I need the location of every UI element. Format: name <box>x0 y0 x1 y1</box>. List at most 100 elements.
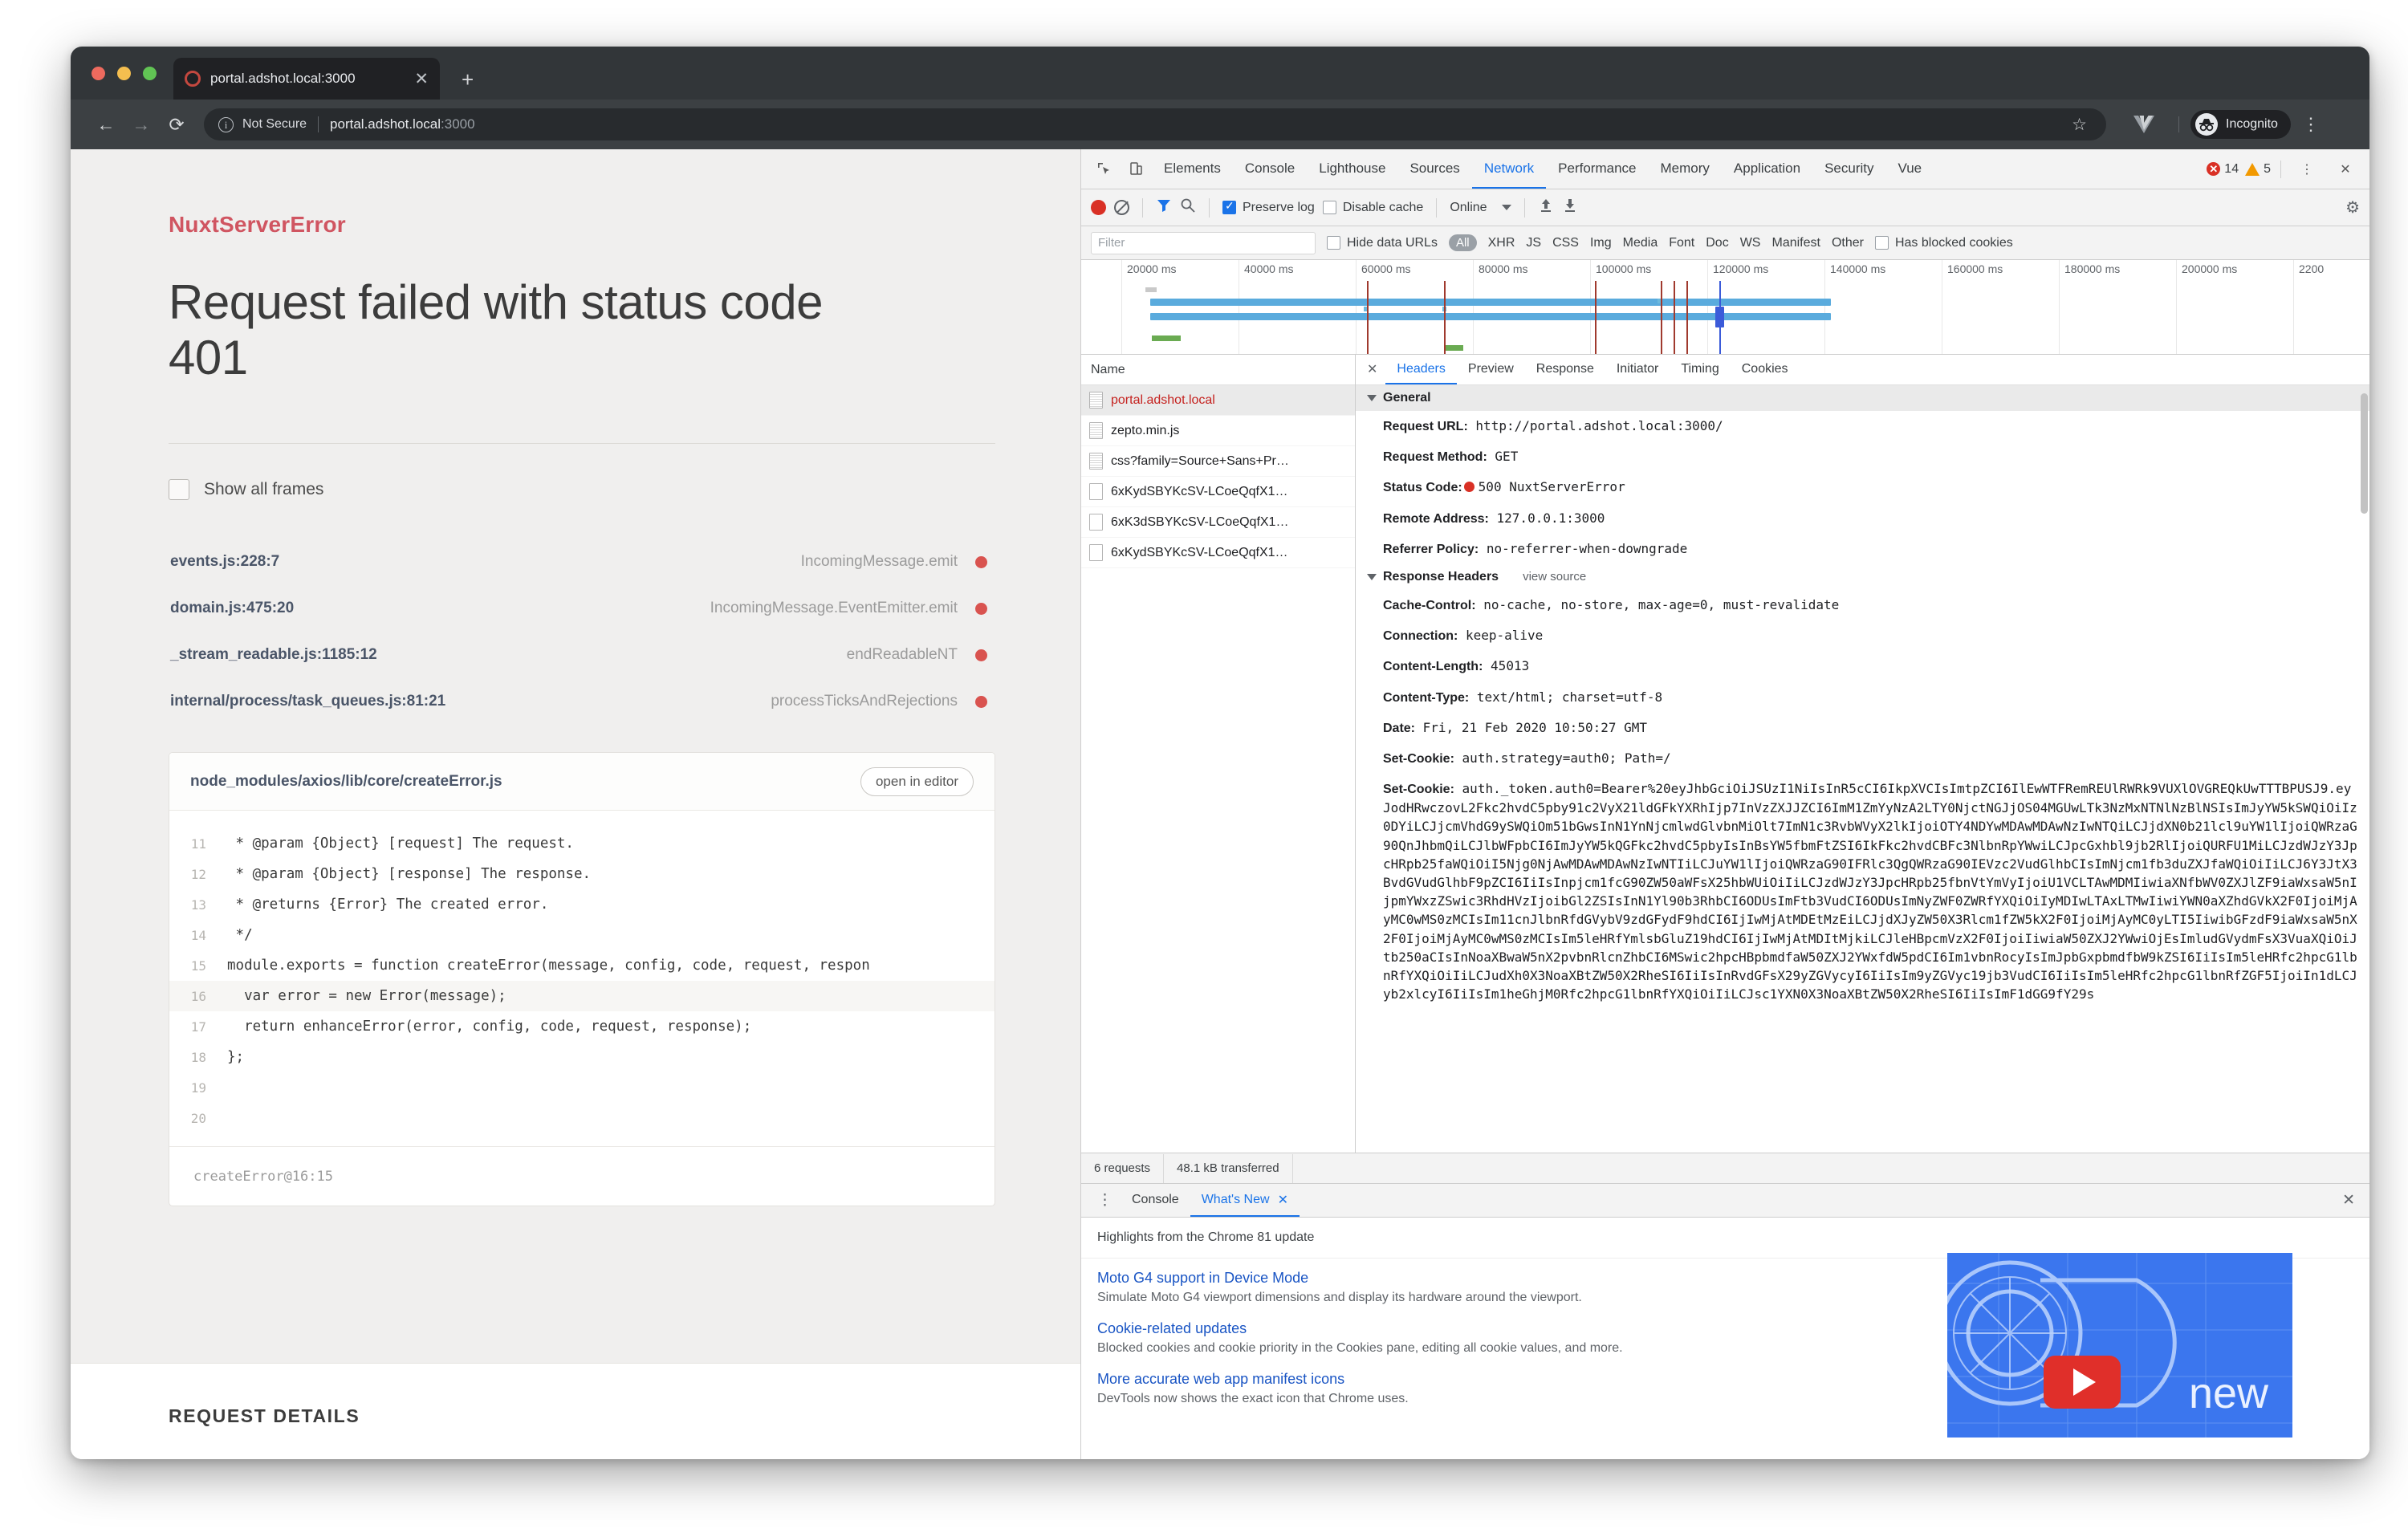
scrollbar[interactable] <box>2360 385 2369 1153</box>
export-har-icon[interactable] <box>1562 197 1578 218</box>
open-in-editor-button[interactable]: open in editor <box>860 767 974 796</box>
vue-devtools-icon[interactable] <box>2133 116 2154 133</box>
filter-toggle-icon[interactable] <box>1156 197 1172 218</box>
search-icon[interactable] <box>1180 197 1196 218</box>
minimize-window-button[interactable] <box>117 67 131 80</box>
preserve-log-checkbox[interactable] <box>1222 199 1236 214</box>
type-filter-js[interactable]: JS <box>1526 236 1541 250</box>
show-all-frames-toggle[interactable]: Show all frames <box>169 479 897 500</box>
throttling-dropdown[interactable]: Online <box>1450 201 1511 215</box>
general-section-header[interactable]: General <box>1356 385 2369 411</box>
type-filter-manifest[interactable]: Manifest <box>1771 236 1820 250</box>
clear-button[interactable] <box>1114 200 1129 215</box>
type-filter-other[interactable]: Other <box>1832 236 1864 250</box>
hide-data-urls-checkbox[interactable] <box>1327 236 1340 250</box>
table-row[interactable]: 6xK3dSBYKcSV-LCoeQqfX1… <box>1081 507 1355 538</box>
forward-button[interactable]: → <box>124 115 159 134</box>
tab-network[interactable]: Network <box>1471 149 1547 189</box>
import-har-icon[interactable] <box>1538 197 1554 218</box>
youtube-play-icon[interactable] <box>2044 1356 2121 1409</box>
has-blocked-cookies-checkbox[interactable] <box>1874 236 1889 250</box>
drawer-tab-console[interactable]: Console <box>1121 1184 1190 1217</box>
type-filter-all[interactable]: All <box>1448 234 1477 251</box>
gear-icon[interactable]: ⚙ <box>2345 197 2360 218</box>
reload-button[interactable]: ⟳ <box>159 115 194 134</box>
frame-function: IncomingMessage.emit <box>800 553 958 570</box>
header-value: auth.strategy=auth0; Path=/ <box>1462 750 1671 766</box>
type-filter-img[interactable]: Img <box>1590 236 1612 250</box>
list-item[interactable]: internal/process/task_queues.js:81:21 pr… <box>169 678 995 725</box>
maximize-window-button[interactable] <box>143 67 157 80</box>
type-filter-font[interactable]: Font <box>1669 236 1694 250</box>
hide-data-urls-toggle[interactable]: Hide data URLs <box>1327 236 1438 250</box>
tab-console[interactable]: Console <box>1233 149 1307 189</box>
view-source-link[interactable]: view source <box>1523 570 1586 584</box>
type-filter-media[interactable]: Media <box>1623 236 1658 250</box>
disable-cache-toggle[interactable]: Disable cache <box>1322 201 1423 215</box>
tab-performance[interactable]: Performance <box>1546 149 1648 189</box>
type-filter-doc[interactable]: Doc <box>1706 236 1728 250</box>
table-row[interactable]: css?family=Source+Sans+Pr… <box>1081 446 1355 477</box>
show-all-frames-checkbox[interactable] <box>169 479 189 500</box>
filter-input[interactable]: Filter <box>1091 231 1316 254</box>
tab-elements[interactable]: Elements <box>1152 149 1233 189</box>
detail-tab-cookies[interactable]: Cookies <box>1731 355 1800 384</box>
tab-sources[interactable]: Sources <box>1397 149 1471 189</box>
error-count-badge[interactable]: ✕ 14 <box>2207 162 2239 177</box>
table-row[interactable]: zepto.min.js <box>1081 416 1355 446</box>
device-toolbar-icon[interactable] <box>1120 149 1152 189</box>
bookmark-star-icon[interactable]: ☆ <box>2067 115 2092 135</box>
inspect-element-icon[interactable] <box>1088 149 1120 189</box>
detail-tab-timing[interactable]: Timing <box>1670 355 1730 384</box>
disable-cache-checkbox[interactable] <box>1322 201 1336 214</box>
detail-tab-headers[interactable]: Headers <box>1385 355 1457 384</box>
type-filter-css[interactable]: CSS <box>1552 236 1579 250</box>
list-item[interactable]: _stream_readable.js:1185:12 endReadableN… <box>169 632 995 678</box>
type-filter-xhr[interactable]: XHR <box>1488 236 1515 250</box>
code-line: 20 <box>169 1103 995 1133</box>
browser-menu-icon[interactable]: ⋮ <box>2302 116 2320 133</box>
close-devtools-icon[interactable]: ✕ <box>2329 161 2361 177</box>
tab-security[interactable]: Security <box>1812 149 1885 189</box>
warning-count-badge[interactable]: 5 <box>2245 162 2271 177</box>
transferred-size: 48.1 kB transferred <box>1164 1153 1293 1183</box>
devtools-menu-icon[interactable]: ⋮ <box>2291 161 2323 177</box>
address-bar[interactable]: i Not Secure portal.adshot.local:3000 ☆ <box>204 108 2106 140</box>
browser-tab[interactable]: portal.adshot.local:3000 ✕ <box>173 58 440 100</box>
type-filter-ws[interactable]: WS <box>1740 236 1761 250</box>
detail-tab-preview[interactable]: Preview <box>1457 355 1525 384</box>
site-info-icon[interactable]: i <box>218 116 234 132</box>
network-overview-timeline[interactable]: 20000 ms 40000 ms 60000 ms 80000 ms 1000… <box>1081 260 2369 355</box>
drawer-close-icon[interactable]: ✕ <box>2328 1184 2369 1217</box>
close-window-button[interactable] <box>92 67 105 80</box>
list-item[interactable]: events.js:228:7 IncomingMessage.emit <box>169 539 995 585</box>
new-tab-button[interactable]: + <box>462 69 474 90</box>
headers-scroll-area[interactable]: General Request URL: http://portal.adsho… <box>1356 385 2369 1153</box>
table-row[interactable]: portal.adshot.local <box>1081 385 1355 416</box>
back-button[interactable]: ← <box>88 115 124 134</box>
line-text: * @param {Object} [request] The request. <box>227 836 574 852</box>
tab-memory[interactable]: Memory <box>1649 149 1722 189</box>
close-detail-icon[interactable]: ✕ <box>1359 355 1385 384</box>
profile-chip[interactable]: Incognito <box>2190 110 2291 139</box>
list-item[interactable]: domain.js:475:20 IncomingMessage.EventEm… <box>169 585 995 632</box>
tab-lighthouse[interactable]: Lighthouse <box>1307 149 1397 189</box>
request-name: 6xK3dSBYKcSV-LCoeQqfX1… <box>1111 514 1289 529</box>
table-row[interactable]: 6xKydSBYKcSV-LCoeQqfX1… <box>1081 477 1355 507</box>
table-row[interactable]: 6xKydSBYKcSV-LCoeQqfX1… <box>1081 538 1355 568</box>
whats-new-video-thumbnail[interactable]: new <box>1947 1253 2292 1438</box>
tab-application[interactable]: Application <box>1722 149 1812 189</box>
has-blocked-cookies-toggle[interactable]: Has blocked cookies <box>1874 236 2013 250</box>
drawer-tab-whats-new[interactable]: What's New ✕ <box>1190 1184 1300 1217</box>
detail-tab-response[interactable]: Response <box>1525 355 1605 384</box>
response-headers-section-header[interactable]: Response Headers view source <box>1356 563 2369 590</box>
preserve-log-toggle[interactable]: Preserve log <box>1222 199 1315 215</box>
record-button[interactable] <box>1091 200 1106 215</box>
tab-close-icon[interactable]: ✕ <box>406 71 429 87</box>
tab-vue[interactable]: Vue <box>1886 149 1934 189</box>
detail-tab-initiator[interactable]: Initiator <box>1605 355 1670 384</box>
divider <box>1436 197 1438 218</box>
drawer-tab-close-icon[interactable]: ✕ <box>1278 1192 1288 1208</box>
request-list-panel: Name portal.adshot.local zepto.min.js cs… <box>1081 355 1356 1153</box>
drawer-menu-icon[interactable]: ⋮ <box>1089 1184 1121 1217</box>
